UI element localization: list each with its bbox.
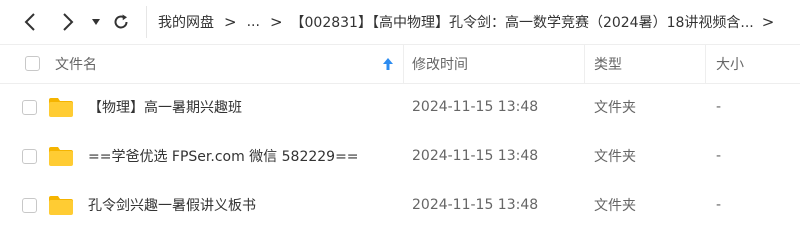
row-checkbox[interactable] — [22, 198, 37, 213]
chevron-left-icon — [24, 13, 35, 31]
breadcrumb-separator: > — [224, 13, 237, 31]
history-dropdown-button[interactable] — [88, 8, 104, 36]
select-all-checkbox[interactable] — [25, 56, 40, 71]
column-header-name[interactable]: 文件名 — [55, 45, 97, 83]
column-header-size[interactable]: 大小 — [716, 45, 744, 83]
column-divider[interactable] — [403, 45, 404, 83]
refresh-icon — [114, 14, 128, 29]
file-size: - — [716, 148, 722, 164]
table-header: 文件名 修改时间 类型 大小 — [0, 44, 800, 84]
breadcrumb: 我的网盘 > ... > 【002831】【高中物理】孔令剑：高一数学竞赛（20… — [158, 0, 784, 44]
file-modified: 2024-11-15 13:48 — [412, 148, 539, 164]
breadcrumb-root[interactable]: 我的网盘 — [158, 12, 214, 32]
file-modified: 2024-11-15 13:48 — [412, 99, 539, 115]
file-modified: 2024-11-15 13:48 — [412, 197, 539, 213]
chevron-right-icon — [63, 13, 74, 31]
refresh-button[interactable] — [110, 8, 132, 36]
file-size: - — [716, 197, 722, 213]
breadcrumb-separator: > — [269, 13, 283, 31]
file-size: - — [716, 99, 722, 115]
row-checkbox[interactable] — [22, 149, 37, 164]
table-row[interactable]: ==学爸优选 FPSer.com 微信 582229== 2024-11-15 … — [0, 131, 800, 181]
breadcrumb-current[interactable]: 【002831】【高中物理】孔令剑：高一数学竞赛（2024暑）18讲视频含... — [291, 12, 754, 32]
column-header-type[interactable]: 类型 — [594, 45, 622, 83]
forward-button[interactable] — [56, 8, 80, 36]
file-name[interactable]: 【物理】高一暑期兴趣班 — [88, 82, 242, 132]
column-divider[interactable] — [584, 45, 585, 83]
folder-icon — [49, 98, 73, 117]
back-button[interactable] — [18, 8, 42, 36]
table-row[interactable]: 孔令剑兴趣一暑假讲义板书 2024-11-15 13:48 文件夹 - — [0, 180, 800, 230]
breadcrumb-trailing-separator[interactable]: > — [762, 13, 775, 31]
row-checkbox[interactable] — [22, 100, 37, 115]
column-header-modified[interactable]: 修改时间 — [412, 45, 468, 83]
folder-icon — [49, 196, 73, 215]
file-name[interactable]: 孔令剑兴趣一暑假讲义板书 — [88, 180, 256, 230]
breadcrumb-ellipsis[interactable]: ... — [247, 14, 260, 30]
column-divider[interactable] — [705, 45, 706, 83]
caret-down-icon — [92, 19, 100, 25]
file-type: 文件夹 — [594, 149, 636, 165]
file-type: 文件夹 — [594, 198, 636, 214]
sort-ascending-arrow-icon — [383, 58, 393, 70]
folder-icon — [49, 147, 73, 166]
nav-divider — [146, 6, 147, 38]
file-name[interactable]: ==学爸优选 FPSer.com 微信 582229== — [88, 131, 359, 181]
sort-indicator[interactable] — [382, 45, 394, 83]
navigation-bar: 我的网盘 > ... > 【002831】【高中物理】孔令剑：高一数学竞赛（20… — [0, 0, 800, 44]
file-type: 文件夹 — [594, 100, 636, 116]
table-row[interactable]: 【物理】高一暑期兴趣班 2024-11-15 13:48 文件夹 - — [0, 82, 800, 132]
